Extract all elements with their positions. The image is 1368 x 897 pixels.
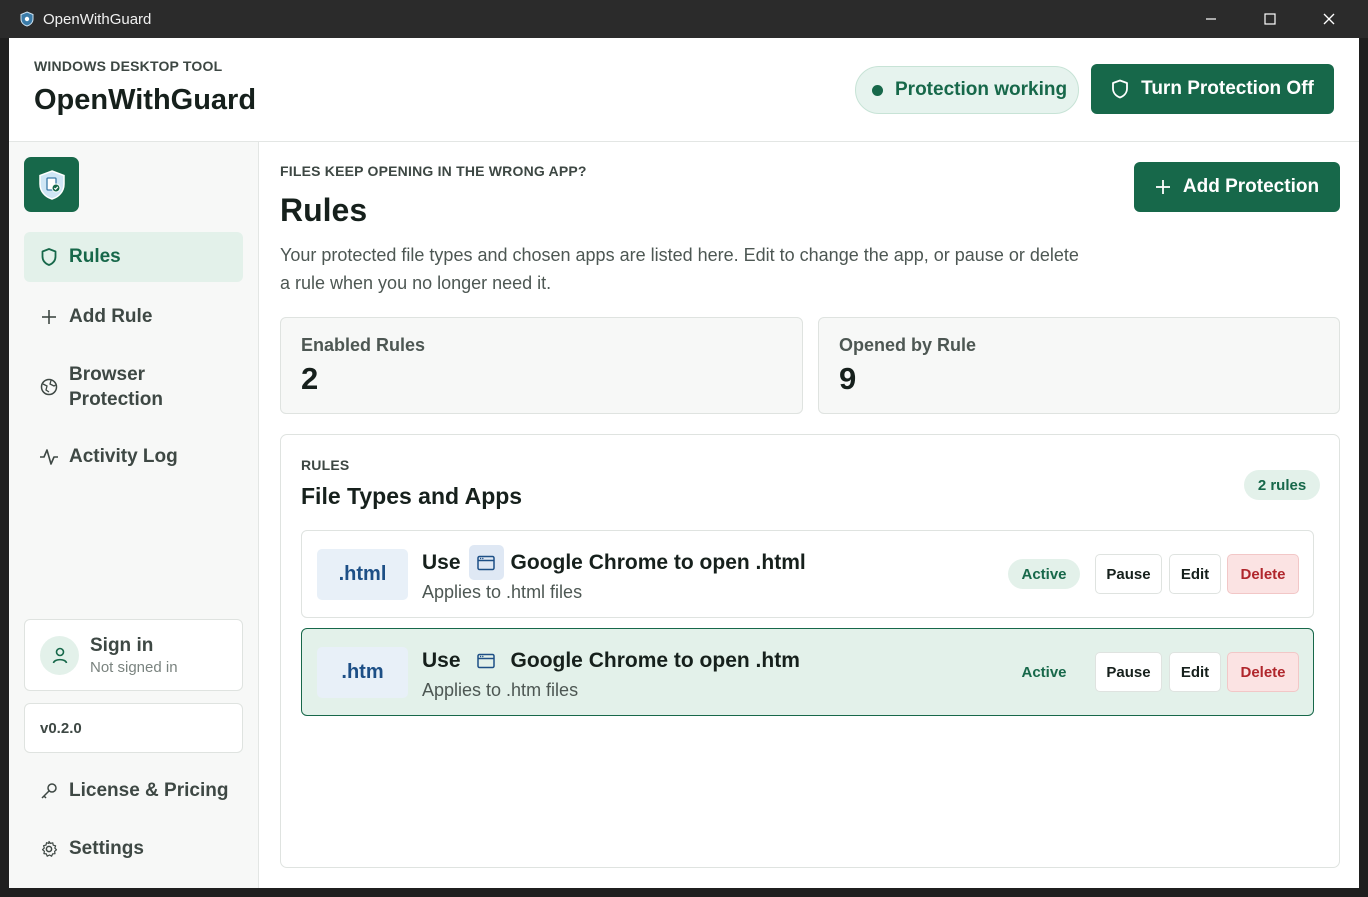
sidebar-item-license-pricing[interactable]: License & Pricing bbox=[24, 766, 243, 816]
logo-shield-icon bbox=[38, 169, 65, 200]
sidebar-item-activity-log[interactable]: Activity Log bbox=[24, 432, 243, 482]
rule-row[interactable]: .html Use Google Chrome to open .html Ap… bbox=[301, 530, 1314, 618]
edit-button[interactable]: Edit bbox=[1169, 554, 1221, 594]
stat-card-opened-by-rule: Opened by Rule 9 bbox=[818, 317, 1340, 414]
add-protection-button[interactable]: Add Protection bbox=[1134, 162, 1340, 212]
sidebar-item-rules[interactable]: Rules bbox=[24, 232, 243, 282]
pause-button[interactable]: Pause bbox=[1095, 554, 1162, 594]
stat-label: Opened by Rule bbox=[839, 335, 977, 355]
status-dot-icon bbox=[872, 84, 883, 96]
sign-in-label: Sign in bbox=[90, 634, 154, 656]
plus-icon bbox=[1155, 179, 1171, 195]
app-logo bbox=[24, 157, 79, 212]
user-avatar-icon bbox=[40, 635, 79, 675]
stat-value: 9 bbox=[839, 361, 857, 396]
gear-icon bbox=[39, 839, 59, 859]
client-area: WINDOWS DESKTOP TOOL OpenWithGuard Prote… bbox=[9, 38, 1359, 888]
browser-window-icon bbox=[469, 643, 504, 678]
app-header: WINDOWS DESKTOP TOOL OpenWithGuard Prote… bbox=[9, 38, 1359, 142]
delete-button[interactable]: Delete bbox=[1227, 554, 1299, 594]
key-icon bbox=[39, 781, 59, 801]
maximize-button[interactable] bbox=[1241, 0, 1299, 38]
protection-status-badge: Protection working bbox=[855, 66, 1079, 114]
app-window: OpenWithGuard WINDOWS DESKTOP TOOL OpenW… bbox=[0, 0, 1368, 897]
rule-use-text: Use bbox=[422, 648, 461, 672]
shield-icon bbox=[1111, 79, 1129, 99]
sidebar: Rules Add Rule Browser Protection Activi… bbox=[9, 142, 259, 888]
globe-icon bbox=[39, 377, 59, 397]
status-badge: Active bbox=[1008, 559, 1080, 589]
delete-button[interactable]: Delete bbox=[1227, 652, 1299, 692]
rule-row[interactable]: .htm Use Google Chrome to open .htm Appl… bbox=[301, 628, 1314, 716]
rule-description: Use Google Chrome to open .htm bbox=[422, 643, 800, 678]
browser-window-icon bbox=[468, 545, 504, 580]
main-content: FILES KEEP OPENING IN THE WRONG APP? Rul… bbox=[260, 142, 1359, 888]
panel-eyebrow: RULES bbox=[301, 457, 350, 473]
rule-app-name: Google Chrome bbox=[510, 550, 669, 574]
plus-icon bbox=[39, 307, 59, 327]
app-title: OpenWithGuard bbox=[34, 84, 257, 116]
page-title: Rules bbox=[280, 192, 368, 228]
sidebar-item-label: Settings bbox=[69, 838, 144, 859]
sidebar-item-label: Add Rule bbox=[69, 306, 153, 327]
sidebar-item-add-rule[interactable]: Add Rule bbox=[24, 292, 243, 342]
edit-button[interactable]: Edit bbox=[1169, 652, 1221, 692]
stat-card-enabled-rules: Enabled Rules 2 bbox=[280, 317, 803, 414]
header-eyebrow: WINDOWS DESKTOP TOOL bbox=[34, 58, 223, 74]
page-description: Your protected file types and chosen app… bbox=[280, 245, 1079, 293]
window-title: OpenWithGuard bbox=[43, 10, 152, 28]
rule-target-text: to open .html bbox=[673, 550, 806, 574]
status-badge: Active bbox=[1021, 663, 1067, 681]
turn-protection-off-button[interactable]: Turn Protection Off bbox=[1091, 64, 1334, 114]
sign-in-status: Not signed in bbox=[90, 658, 178, 676]
extension-chip: .htm bbox=[317, 647, 408, 698]
rule-app-name: Google Chrome bbox=[510, 648, 669, 672]
stat-label: Enabled Rules bbox=[301, 335, 426, 355]
sidebar-item-label: Rules bbox=[69, 246, 121, 267]
version-label: v0.2.0 bbox=[24, 703, 243, 753]
app-shield-icon bbox=[20, 11, 34, 27]
rule-subtitle: Applies to .html files bbox=[422, 582, 583, 602]
sign-in-card[interactable]: Sign in Not signed in bbox=[24, 619, 243, 691]
pause-button[interactable]: Pause bbox=[1095, 652, 1162, 692]
rule-use-text: Use bbox=[422, 550, 461, 574]
extension-chip: .html bbox=[317, 549, 408, 600]
page-eyebrow: FILES KEEP OPENING IN THE WRONG APP? bbox=[280, 163, 587, 179]
minimize-button[interactable] bbox=[1182, 0, 1240, 38]
turn-protection-off-label: Turn Protection Off bbox=[1141, 78, 1314, 99]
activity-icon bbox=[39, 447, 59, 467]
rule-count-badge: 2 rules bbox=[1244, 470, 1320, 500]
status-text: Protection working bbox=[895, 79, 1068, 100]
rule-description: Use Google Chrome to open .html bbox=[422, 545, 806, 580]
panel-title: File Types and Apps bbox=[301, 483, 523, 509]
add-protection-label: Add Protection bbox=[1182, 176, 1320, 197]
stat-value: 2 bbox=[301, 361, 319, 396]
title-bar: OpenWithGuard bbox=[0, 0, 1368, 38]
sidebar-item-label: Activity Log bbox=[69, 446, 178, 467]
sidebar-item-settings[interactable]: Settings bbox=[24, 824, 243, 874]
shield-icon bbox=[39, 247, 59, 267]
sidebar-item-browser-protection[interactable]: Browser Protection bbox=[24, 352, 243, 422]
rule-target-text: to open .htm bbox=[673, 648, 800, 672]
close-button[interactable] bbox=[1300, 0, 1358, 38]
sidebar-item-label: License & Pricing bbox=[69, 780, 229, 801]
sidebar-item-label: Browser Protection bbox=[69, 364, 163, 410]
rule-subtitle: Applies to .htm files bbox=[422, 680, 579, 700]
rules-panel: RULES File Types and Apps 2 rules .html … bbox=[280, 434, 1340, 868]
